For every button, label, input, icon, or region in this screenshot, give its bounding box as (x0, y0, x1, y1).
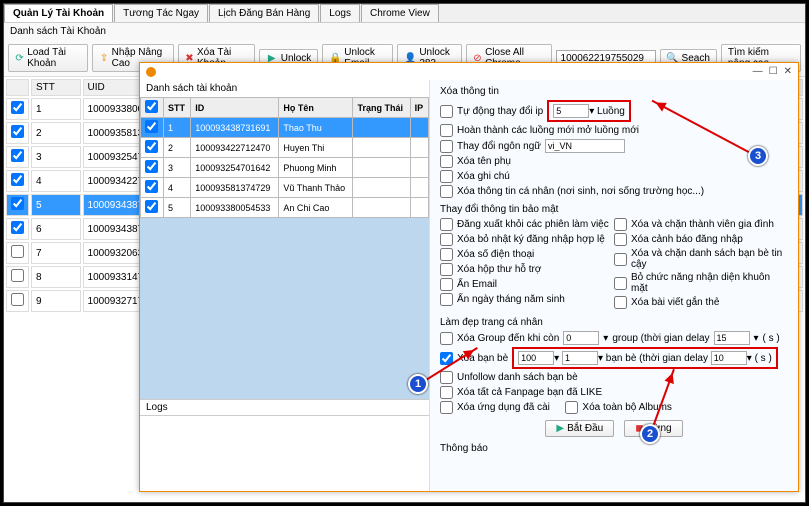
row-checkbox[interactable] (11, 293, 24, 306)
friends-from-input[interactable] (518, 351, 554, 365)
del-albums-checkbox[interactable] (565, 401, 578, 414)
tab-interact[interactable]: Tương Tác Ngay (114, 4, 208, 22)
dialog-right-panel: Xóa thông tin Tự động thay đổi ip ▾ Luồn… (430, 80, 798, 491)
friends-range-box: ▾ ▾ bạn bè (thời gian delay ▾ ( s ) (512, 347, 778, 369)
subtitle: Danh sách Tài Khoản (4, 23, 805, 40)
notification-label: Thông báo (440, 443, 788, 454)
maximize-icon[interactable]: ☐ (769, 66, 778, 77)
app-window: Quản Lý Tài Khoản Tương Tác Ngay Lịch Đă… (3, 3, 806, 503)
badge-1: 1 (408, 374, 428, 394)
play-icon: ▶ (556, 423, 564, 434)
col-stt[interactable]: STT (31, 79, 81, 96)
complete-threads-checkbox[interactable] (440, 124, 453, 137)
logout-sessions-checkbox[interactable] (440, 218, 453, 231)
badge-2: 2 (640, 424, 660, 444)
main-tabs: Quản Lý Tài Khoản Tương Tác Ngay Lịch Đă… (4, 4, 805, 23)
row-checkbox[interactable] (145, 140, 158, 153)
row-checkbox[interactable] (11, 173, 24, 186)
table-row[interactable]: 3100093254701642Phuong Minh (141, 158, 429, 178)
row-checkbox[interactable] (145, 160, 158, 173)
del-login-log-checkbox[interactable] (440, 233, 453, 246)
del-tagged-checkbox[interactable] (614, 296, 627, 309)
del-note-checkbox[interactable] (440, 170, 453, 183)
app-icon (146, 67, 156, 77)
section-security: Thay đổi thông tin bảo mật (440, 204, 788, 215)
ip-threads-input[interactable] (553, 104, 589, 118)
group-count-input[interactable] (563, 331, 599, 345)
del-fanpage-checkbox[interactable] (440, 386, 453, 399)
row-checkbox[interactable] (11, 197, 24, 210)
reload-icon: ⟳ (15, 52, 24, 64)
import-icon: ⇪ (99, 52, 108, 64)
row-checkbox[interactable] (11, 149, 24, 162)
table-row[interactable]: 5100093380054533An Chi Cao (141, 198, 429, 218)
table-row[interactable]: 2100093422712470Huyen Thi (141, 138, 429, 158)
row-checkbox[interactable] (11, 269, 24, 282)
hide-email-checkbox[interactable] (440, 278, 453, 291)
disable-face-checkbox[interactable] (614, 277, 627, 290)
row-checkbox[interactable] (11, 101, 24, 114)
dialog-titlebar[interactable]: — ☐ ✕ (140, 63, 798, 80)
auto-change-ip-checkbox[interactable] (440, 105, 453, 118)
badge-3: 3 (748, 146, 768, 166)
row-checkbox[interactable] (145, 200, 158, 213)
dialog-accounts-table[interactable]: STT ID Họ Tên Trạng Thái IP 110009343873… (140, 97, 429, 218)
del-support-checkbox[interactable] (440, 263, 453, 276)
col-check[interactable] (6, 79, 29, 96)
section-delete-info: Xóa thông tin (440, 86, 788, 97)
hide-birth-checkbox[interactable] (440, 293, 453, 306)
logs-label: Logs (140, 399, 429, 415)
change-lang-checkbox[interactable] (440, 140, 453, 153)
del-apps-checkbox[interactable] (440, 401, 453, 414)
row-checkbox[interactable] (145, 180, 158, 193)
friends-delay-input[interactable] (711, 351, 747, 365)
table-row[interactable]: 1100093438731691Thao Thu (141, 118, 429, 138)
row-checkbox[interactable] (145, 120, 158, 133)
minimize-icon[interactable]: — (753, 66, 763, 77)
tab-schedule[interactable]: Lịch Đăng Bán Hàng (209, 4, 319, 22)
section-beautify: Làm đẹp trang cá nhân (440, 317, 788, 328)
del-group-checkbox[interactable] (440, 332, 453, 345)
close-window-icon[interactable]: ✕ (784, 66, 792, 77)
friends-to-input[interactable] (562, 351, 598, 365)
block-family-checkbox[interactable] (614, 218, 627, 231)
block-trusted-checkbox[interactable] (614, 253, 627, 266)
start-button[interactable]: ▶Bắt Đầu (545, 420, 614, 437)
group-delay-input[interactable] (714, 331, 750, 345)
unfollow-checkbox[interactable] (440, 371, 453, 384)
logs-area (140, 415, 429, 491)
row-checkbox[interactable] (11, 125, 24, 138)
row-checkbox[interactable] (11, 245, 24, 258)
del-secondary-checkbox[interactable] (440, 155, 453, 168)
dialog-left-title: Danh sách tài khoản (140, 80, 429, 97)
load-accounts-button[interactable]: ⟳Load Tài Khoản (8, 44, 88, 72)
ip-threads-box: ▾ Luồng (547, 100, 631, 122)
table-row[interactable]: 4100093581374729Vũ Thanh Thảo (141, 178, 429, 198)
del-phone-checkbox[interactable] (440, 248, 453, 261)
dlg-check-all[interactable] (145, 100, 158, 113)
del-login-alert-checkbox[interactable] (614, 233, 627, 246)
tab-chrome[interactable]: Chrome View (361, 4, 439, 22)
lang-input[interactable] (545, 139, 625, 153)
tab-accounts[interactable]: Quản Lý Tài Khoản (4, 4, 113, 22)
row-checkbox[interactable] (11, 221, 24, 234)
dialog-left-panel: Danh sách tài khoản STT ID Họ Tên Trạng … (140, 80, 430, 491)
del-personal-checkbox[interactable] (440, 185, 453, 198)
tab-logs[interactable]: Logs (320, 4, 360, 22)
